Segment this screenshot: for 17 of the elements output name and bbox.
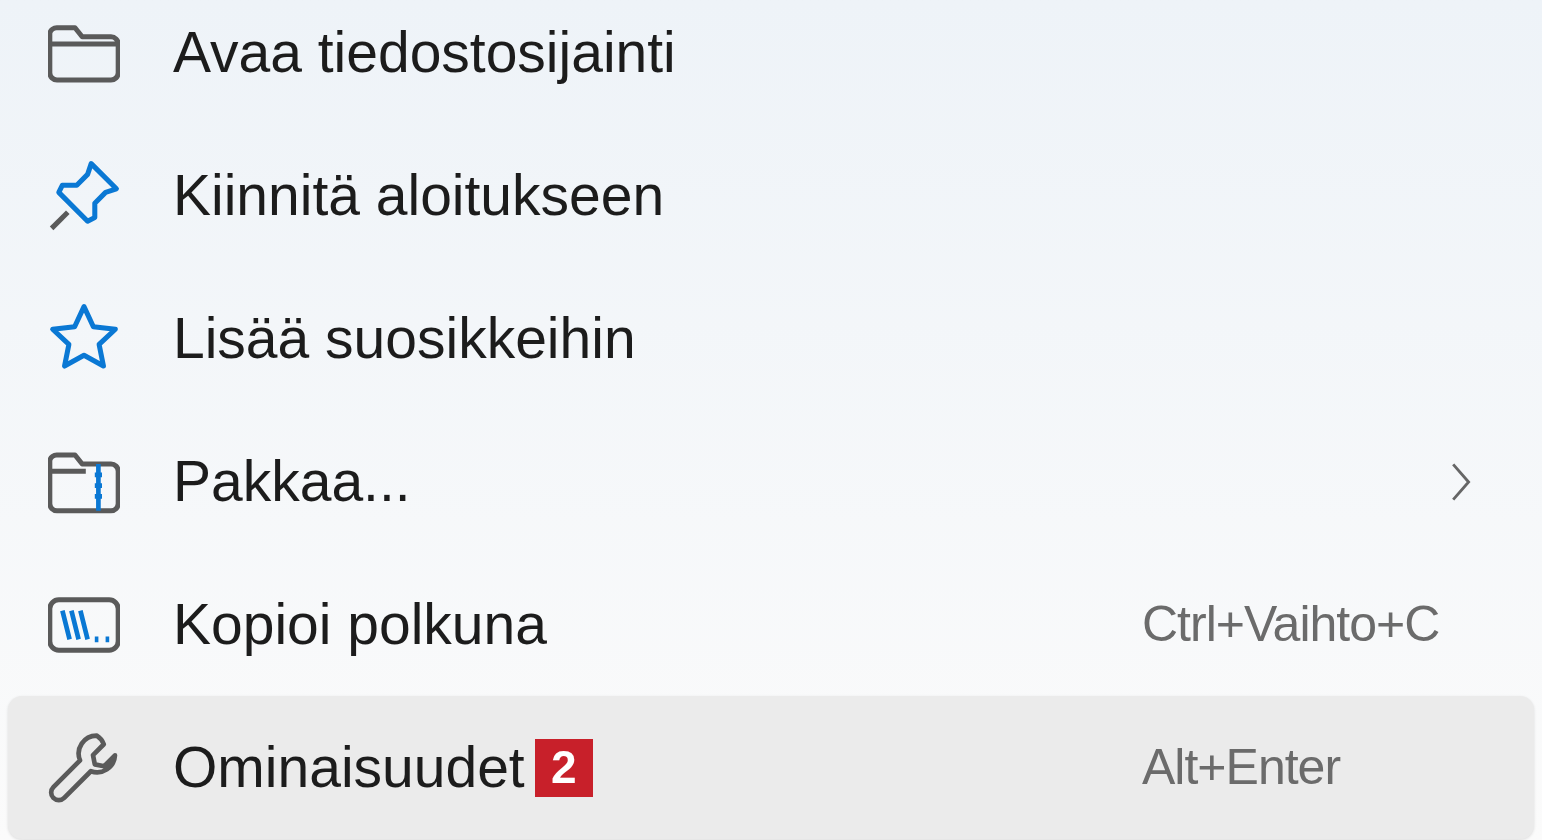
pin-icon: [48, 159, 120, 232]
menu-item-label: Kopioi polkuna: [173, 590, 547, 658]
shortcut-text: Alt+Enter: [1142, 738, 1342, 797]
menu-item[interactable]: Pakkaa...: [8, 410, 1534, 553]
menu-item[interactable]: Kopioi polkuna Ctrl+Vaihto+C: [8, 553, 1534, 696]
menu-item-label: Avaa tiedostosijainti: [173, 18, 676, 86]
menu-item[interactable]: Avaa tiedostosijainti: [8, 0, 1534, 124]
number-badge: 2: [534, 738, 593, 797]
menu-item-label: Pakkaa...: [173, 447, 411, 515]
menu-item[interactable]: Lisää suosikkeihin: [8, 267, 1534, 410]
menu-item-label: Kiinnitä aloitukseen: [173, 161, 665, 229]
wrench-icon: [48, 731, 120, 804]
menu-item[interactable]: Kiinnitä aloitukseen: [8, 124, 1534, 267]
menu-item-label: Ominaisuudet: [173, 733, 525, 801]
menu-item-label: Lisää suosikkeihin: [173, 304, 636, 372]
shortcut-text: Ctrl+Vaihto+C: [1142, 595, 1441, 654]
menu-item[interactable]: Ominaisuudet 2 Alt+Enter: [8, 696, 1534, 839]
